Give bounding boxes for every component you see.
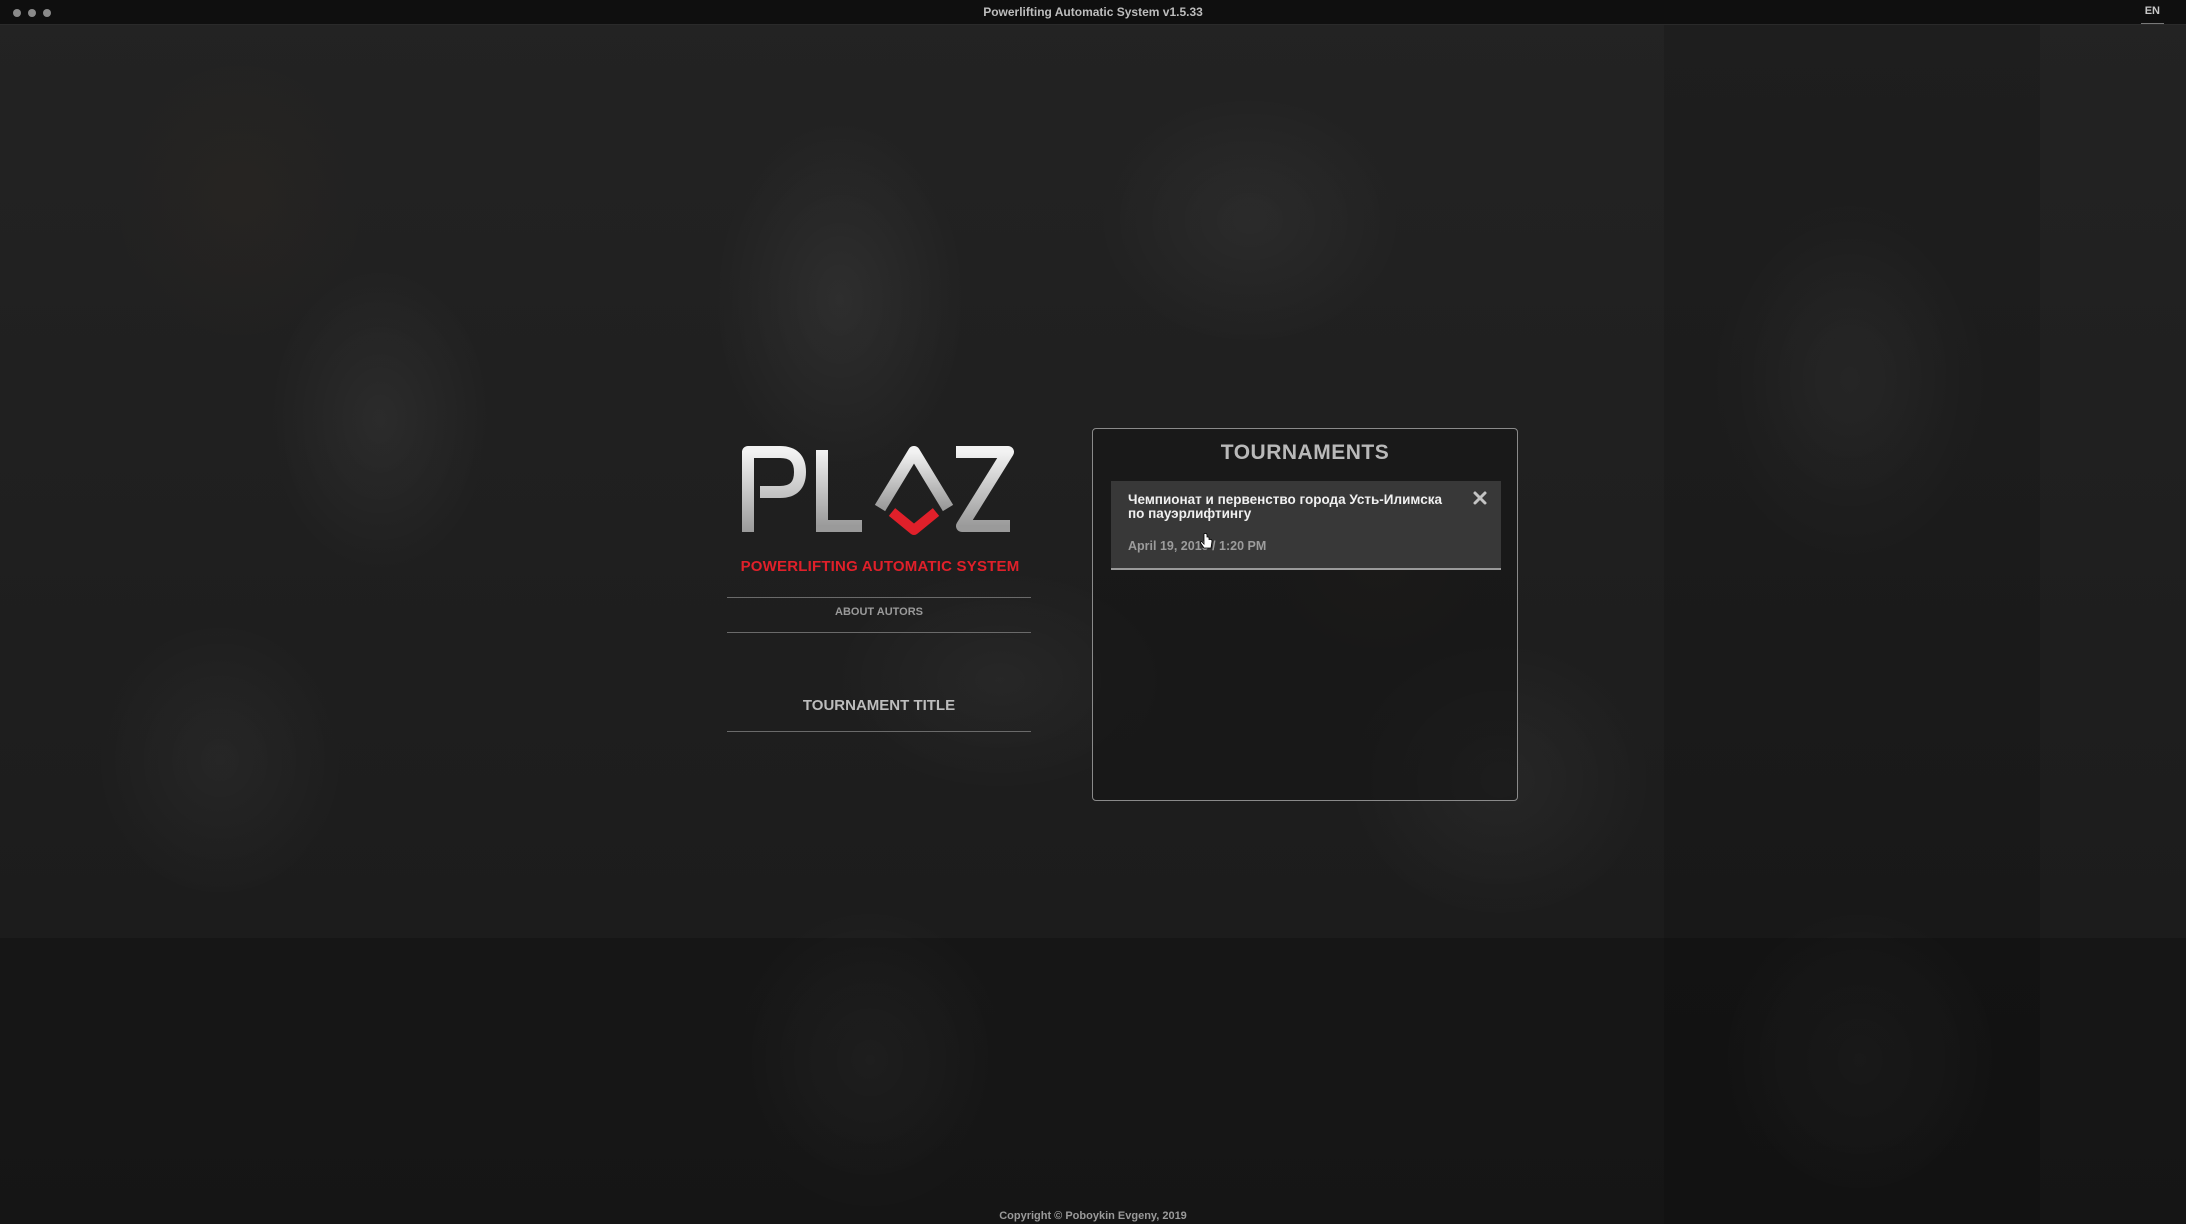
plas-logo xyxy=(740,446,1020,536)
tournament-date: April 19, 2019 / 1:20 PM xyxy=(1128,539,1267,553)
about-authors-link[interactable]: ABOUT AUTORS xyxy=(727,606,1031,618)
close-icon xyxy=(1473,491,1487,505)
window-title: Powerlifting Automatic System v1.5.33 xyxy=(983,5,1203,19)
pointer-cursor-icon xyxy=(1200,533,1213,549)
tournament-title-underline xyxy=(727,731,1031,732)
background-shade xyxy=(0,938,2186,1224)
copyright-text: Copyright © Poboykin Evgeny, 2019 xyxy=(999,1210,1187,1222)
tournaments-panel: TOURNAMENTS Чемпионат и первенство город… xyxy=(1092,428,1518,801)
divider xyxy=(727,632,1031,633)
brand-subtitle: POWERLIFTING AUTOMATIC SYSTEM xyxy=(740,558,1020,575)
plas-logo-graphic xyxy=(742,446,1014,535)
tournament-card[interactable]: Чемпионат и первенство города Усть-Илимс… xyxy=(1111,481,1501,570)
tournaments-heading: TOURNAMENTS xyxy=(1220,441,1390,464)
delete-tournament-button[interactable] xyxy=(1472,490,1488,506)
tournament-title-input[interactable]: TOURNAMENT TITLE xyxy=(727,697,1031,714)
tournament-name: Чемпионат и первенство города Усть-Илимс… xyxy=(1128,492,1442,521)
app-window: Powerlifting Automatic System v1.5.33 EN… xyxy=(0,0,2186,1224)
language-switch[interactable]: EN xyxy=(2140,5,2164,24)
title-bar: Powerlifting Automatic System v1.5.33 EN xyxy=(0,0,2186,25)
divider xyxy=(727,597,1031,598)
